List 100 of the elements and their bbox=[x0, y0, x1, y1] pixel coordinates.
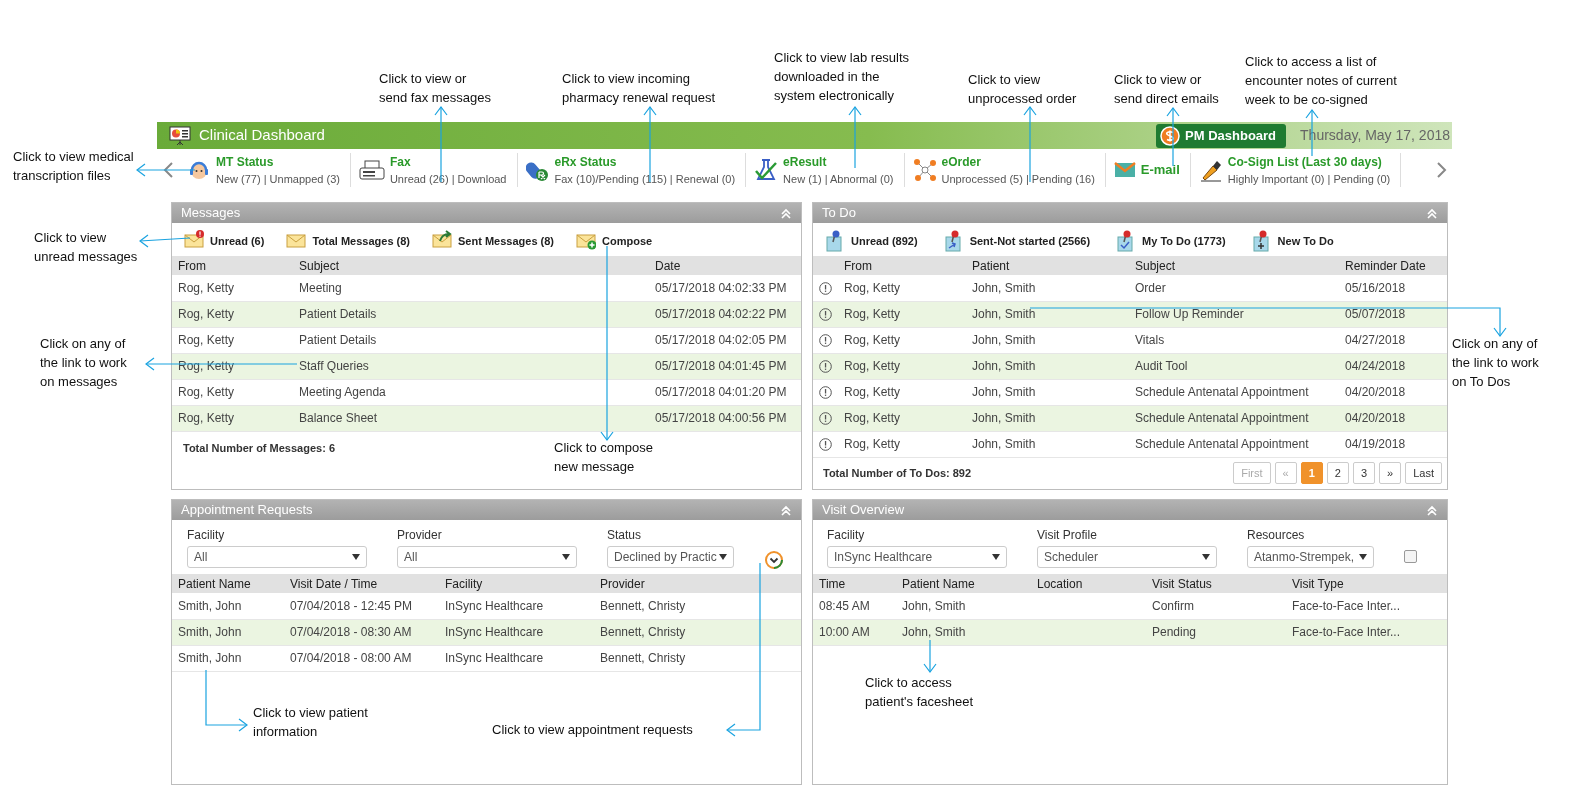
patient-link[interactable]: Smith, John bbox=[178, 651, 242, 665]
action-link[interactable]: Unread (6) bbox=[184, 230, 265, 252]
dropdown-field[interactable]: Declined by Practic bbox=[607, 546, 734, 568]
status-title: eOrder bbox=[941, 153, 982, 171]
action-link[interactable]: Sent Messages (8) bbox=[432, 230, 554, 252]
panel-title: To Do bbox=[822, 204, 856, 223]
column-header: Reminder Date bbox=[1339, 256, 1447, 275]
table-cell: 08:45 AM bbox=[813, 593, 896, 619]
action-link[interactable]: Sent-Not started (2566) bbox=[943, 230, 1091, 252]
subject-link[interactable]: Meeting bbox=[299, 280, 342, 295]
status-detail: New (1) | Abnormal (0) bbox=[783, 171, 894, 187]
subject-link[interactable]: Order bbox=[1135, 280, 1166, 295]
table-cell: Bennett, Christy bbox=[594, 593, 801, 619]
status-detail: Highly Important (0) | Pending (0) bbox=[1227, 171, 1391, 187]
dropdown-value: InSync Healthcare bbox=[834, 549, 933, 566]
collapse-icon[interactable] bbox=[1426, 206, 1438, 220]
status-item[interactable]: eResult New (1) | Abnormal (0) bbox=[746, 153, 905, 187]
callout-text: Click on any of the link to work on To Dos bbox=[1452, 335, 1539, 391]
patient-link[interactable]: John, Smith bbox=[972, 437, 1036, 451]
subject-link[interactable]: Schedule Antenatal Appointment bbox=[1135, 385, 1309, 399]
subject-link[interactable]: Balance Sheet bbox=[299, 411, 378, 425]
fountain-pen-icon bbox=[1198, 158, 1223, 182]
collapse-icon[interactable] bbox=[780, 206, 792, 220]
chevron-circle-icon[interactable] bbox=[764, 550, 784, 570]
subject-link[interactable]: Meeting Agenda bbox=[299, 385, 386, 399]
dropdown-field[interactable]: InSync Healthcare bbox=[827, 546, 1007, 568]
caret-down-icon bbox=[1359, 554, 1367, 560]
page-button[interactable]: » bbox=[1379, 461, 1402, 484]
dropdown-field[interactable]: Scheduler bbox=[1037, 546, 1217, 568]
filter-label: Provider bbox=[397, 527, 443, 544]
table-cell: 04/27/2018 bbox=[1339, 327, 1447, 353]
table-cell: Rog, Ketty bbox=[172, 327, 293, 353]
patient-link[interactable]: John, Smith bbox=[972, 333, 1036, 347]
table-cell: InSync Healthcare bbox=[439, 619, 594, 645]
table-cell: Rog, Ketty bbox=[838, 301, 966, 327]
callout-text: Click to view or send fax messages bbox=[379, 70, 491, 107]
status-item[interactable]: Co-Sign List (Last 30 days) Highly Important (0) | Pending (0) bbox=[1190, 153, 1402, 187]
column-header: Time bbox=[813, 574, 896, 593]
flask-check-icon bbox=[754, 158, 779, 182]
table-cell: Bennett, Christy bbox=[594, 645, 801, 671]
table-cell: Bennett, Christy bbox=[594, 619, 801, 645]
action-link[interactable]: New To Do bbox=[1251, 230, 1334, 252]
exclamation-circle-icon bbox=[819, 360, 832, 374]
page-button[interactable]: 3 bbox=[1352, 461, 1376, 484]
network-nodes-icon bbox=[912, 158, 937, 182]
callout-text: Click to view patient information bbox=[253, 704, 368, 741]
dropdown-field[interactable]: Atanmo-Strempek, bbox=[1247, 546, 1374, 568]
checkbox[interactable] bbox=[1404, 550, 1417, 563]
subject-link[interactable]: Patient Details bbox=[299, 333, 377, 347]
subject-link[interactable]: Staff Queries bbox=[299, 359, 369, 373]
status-item[interactable]: MT Status New (77) | Unmapped (3) bbox=[179, 153, 351, 187]
subject-link[interactable]: Vitals bbox=[1135, 333, 1165, 347]
dashboard-title: Clinical Dashboard bbox=[199, 125, 325, 146]
caret-down-icon bbox=[719, 554, 727, 560]
patient-link[interactable]: John, Smith bbox=[902, 598, 966, 613]
table-cell: 05/17/2018 04:01:45 PM bbox=[649, 353, 801, 379]
table-cell: Confirm bbox=[1146, 593, 1286, 619]
page-button[interactable]: 2 bbox=[1326, 461, 1349, 484]
status-item[interactable]: E-mail bbox=[1105, 153, 1191, 187]
status-item[interactable]: eOrder Unprocessed (5) | Pending (16) bbox=[904, 153, 1106, 187]
pm-dashboard-button[interactable]: PM Dashboard bbox=[1156, 123, 1287, 148]
dropdown-value: All bbox=[194, 549, 208, 566]
callout-text: Click to view medical transcription files bbox=[13, 148, 134, 185]
pushpin-note-icon bbox=[825, 230, 845, 252]
table-cell: Rog, Ketty bbox=[838, 405, 966, 431]
action-link[interactable]: Total Messages (8) bbox=[286, 230, 410, 252]
presentation-board-icon bbox=[169, 125, 191, 146]
column-header: Facility bbox=[439, 574, 594, 593]
total-todos-text: Total Number of To Dos: 892 bbox=[823, 465, 972, 481]
fax-machine-icon bbox=[358, 159, 385, 181]
patient-link[interactable]: Smith, John bbox=[178, 598, 242, 613]
subject-link[interactable]: Patient Details bbox=[299, 307, 377, 321]
column-header: Patient Name bbox=[172, 574, 284, 593]
total-messages-text: Total Number of Messages: 6 bbox=[183, 440, 335, 456]
leader-line bbox=[848, 106, 862, 169]
table-cell: 04/24/2018 bbox=[1339, 353, 1447, 379]
action-link[interactable]: My To Do (1773) bbox=[1116, 230, 1226, 252]
action-link[interactable]: Unread (892) bbox=[825, 230, 918, 252]
patient-link[interactable]: John, Smith bbox=[972, 385, 1036, 399]
table-cell: 05/16/2018 bbox=[1339, 275, 1447, 301]
collapse-icon[interactable] bbox=[1426, 503, 1438, 517]
column-header: Visit Status bbox=[1146, 574, 1286, 593]
table-cell: Rog, Ketty bbox=[838, 275, 966, 301]
dropdown-value: All bbox=[404, 549, 418, 566]
dropdown-field[interactable]: All bbox=[397, 546, 577, 568]
leader-line bbox=[136, 163, 196, 177]
collapse-icon[interactable] bbox=[780, 503, 792, 517]
table-cell: Rog, Ketty bbox=[838, 353, 966, 379]
table-cell: 05/17/2018 04:01:20 PM bbox=[649, 379, 801, 405]
table-cell: Rog, Ketty bbox=[172, 405, 293, 431]
dropdown-field[interactable]: All bbox=[187, 546, 367, 568]
table-cell: 05/17/2018 04:02:22 PM bbox=[649, 301, 801, 327]
status-title: MT Status bbox=[216, 153, 275, 171]
action-link[interactable]: Compose bbox=[576, 230, 653, 252]
subject-link[interactable]: Audit Tool bbox=[1135, 359, 1188, 373]
patient-link[interactable]: John, Smith bbox=[972, 280, 1036, 295]
page-button[interactable]: Last bbox=[1405, 461, 1442, 484]
table-cell: Rog, Ketty bbox=[172, 275, 293, 301]
subject-link[interactable]: Schedule Antenatal Appointment bbox=[1135, 437, 1309, 451]
exclamation-circle-icon bbox=[819, 308, 832, 322]
